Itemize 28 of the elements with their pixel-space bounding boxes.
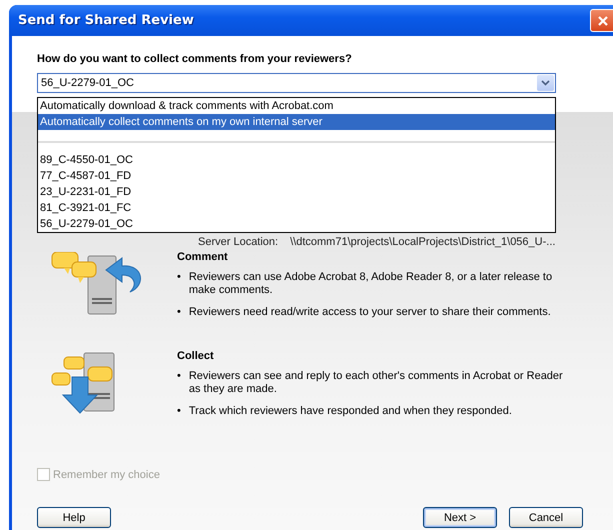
bullet-mark: • <box>177 405 181 418</box>
dropdown-option[interactable]: 56_U-2279-01_OC <box>38 216 555 232</box>
dropdown-option[interactable]: Automatically download & track comments with Acrobat.com <box>38 98 555 114</box>
dropdown-option[interactable]: 81_C-3921-01_FC <box>38 200 555 216</box>
window-title: Send for Shared Review <box>18 13 194 28</box>
bullet-mark: • <box>177 370 181 384</box>
section-title: Comment <box>177 251 229 263</box>
dropdown-option[interactable]: 77_C-4587-01_FD <box>38 168 555 184</box>
dropdown-option[interactable]: Automatically collect comments on my own internal server <box>38 114 555 130</box>
bullet-text: Reviewers need read/write access to your server to share their comments. <box>188 306 551 319</box>
remember-label: Remember my choice <box>53 468 160 480</box>
dropdown-option[interactable]: 23_U-2231-01_FD <box>38 184 555 200</box>
server-location-label: Server Location: <box>198 236 278 248</box>
bullet-text: Reviewers can use Adobe Acrobat 8, Adobe Reader 8, or a later release to make comments. <box>188 271 554 297</box>
section-title: Collect <box>177 350 215 362</box>
bullet-text: Reviewers can see and reply to each other's comments in Acrobat or Reader as they are made. <box>188 370 564 396</box>
bullet-text: Track which reviewers have responded and when they responded. <box>188 405 512 418</box>
dialog-button[interactable]: Cancel <box>509 507 583 528</box>
bullet-mark: • <box>177 271 181 285</box>
bullet-mark: • <box>177 306 181 319</box>
dialog-button[interactable]: Next > <box>423 507 497 528</box>
close-button[interactable] <box>590 9 613 32</box>
server-location-path: \\dtcomm71\projects\LocalProjects\District_1\056_U-... <box>290 236 556 248</box>
dropdown-option[interactable]: 89_C-4550-01_OC <box>38 152 555 168</box>
question-label: How do you want to collect comments from your reviewers? <box>37 53 353 65</box>
dialog-button[interactable]: Help <box>37 507 111 528</box>
close-icon <box>597 14 609 26</box>
review-dropdown[interactable]: 56_U-2279-01_OC <box>37 73 556 93</box>
